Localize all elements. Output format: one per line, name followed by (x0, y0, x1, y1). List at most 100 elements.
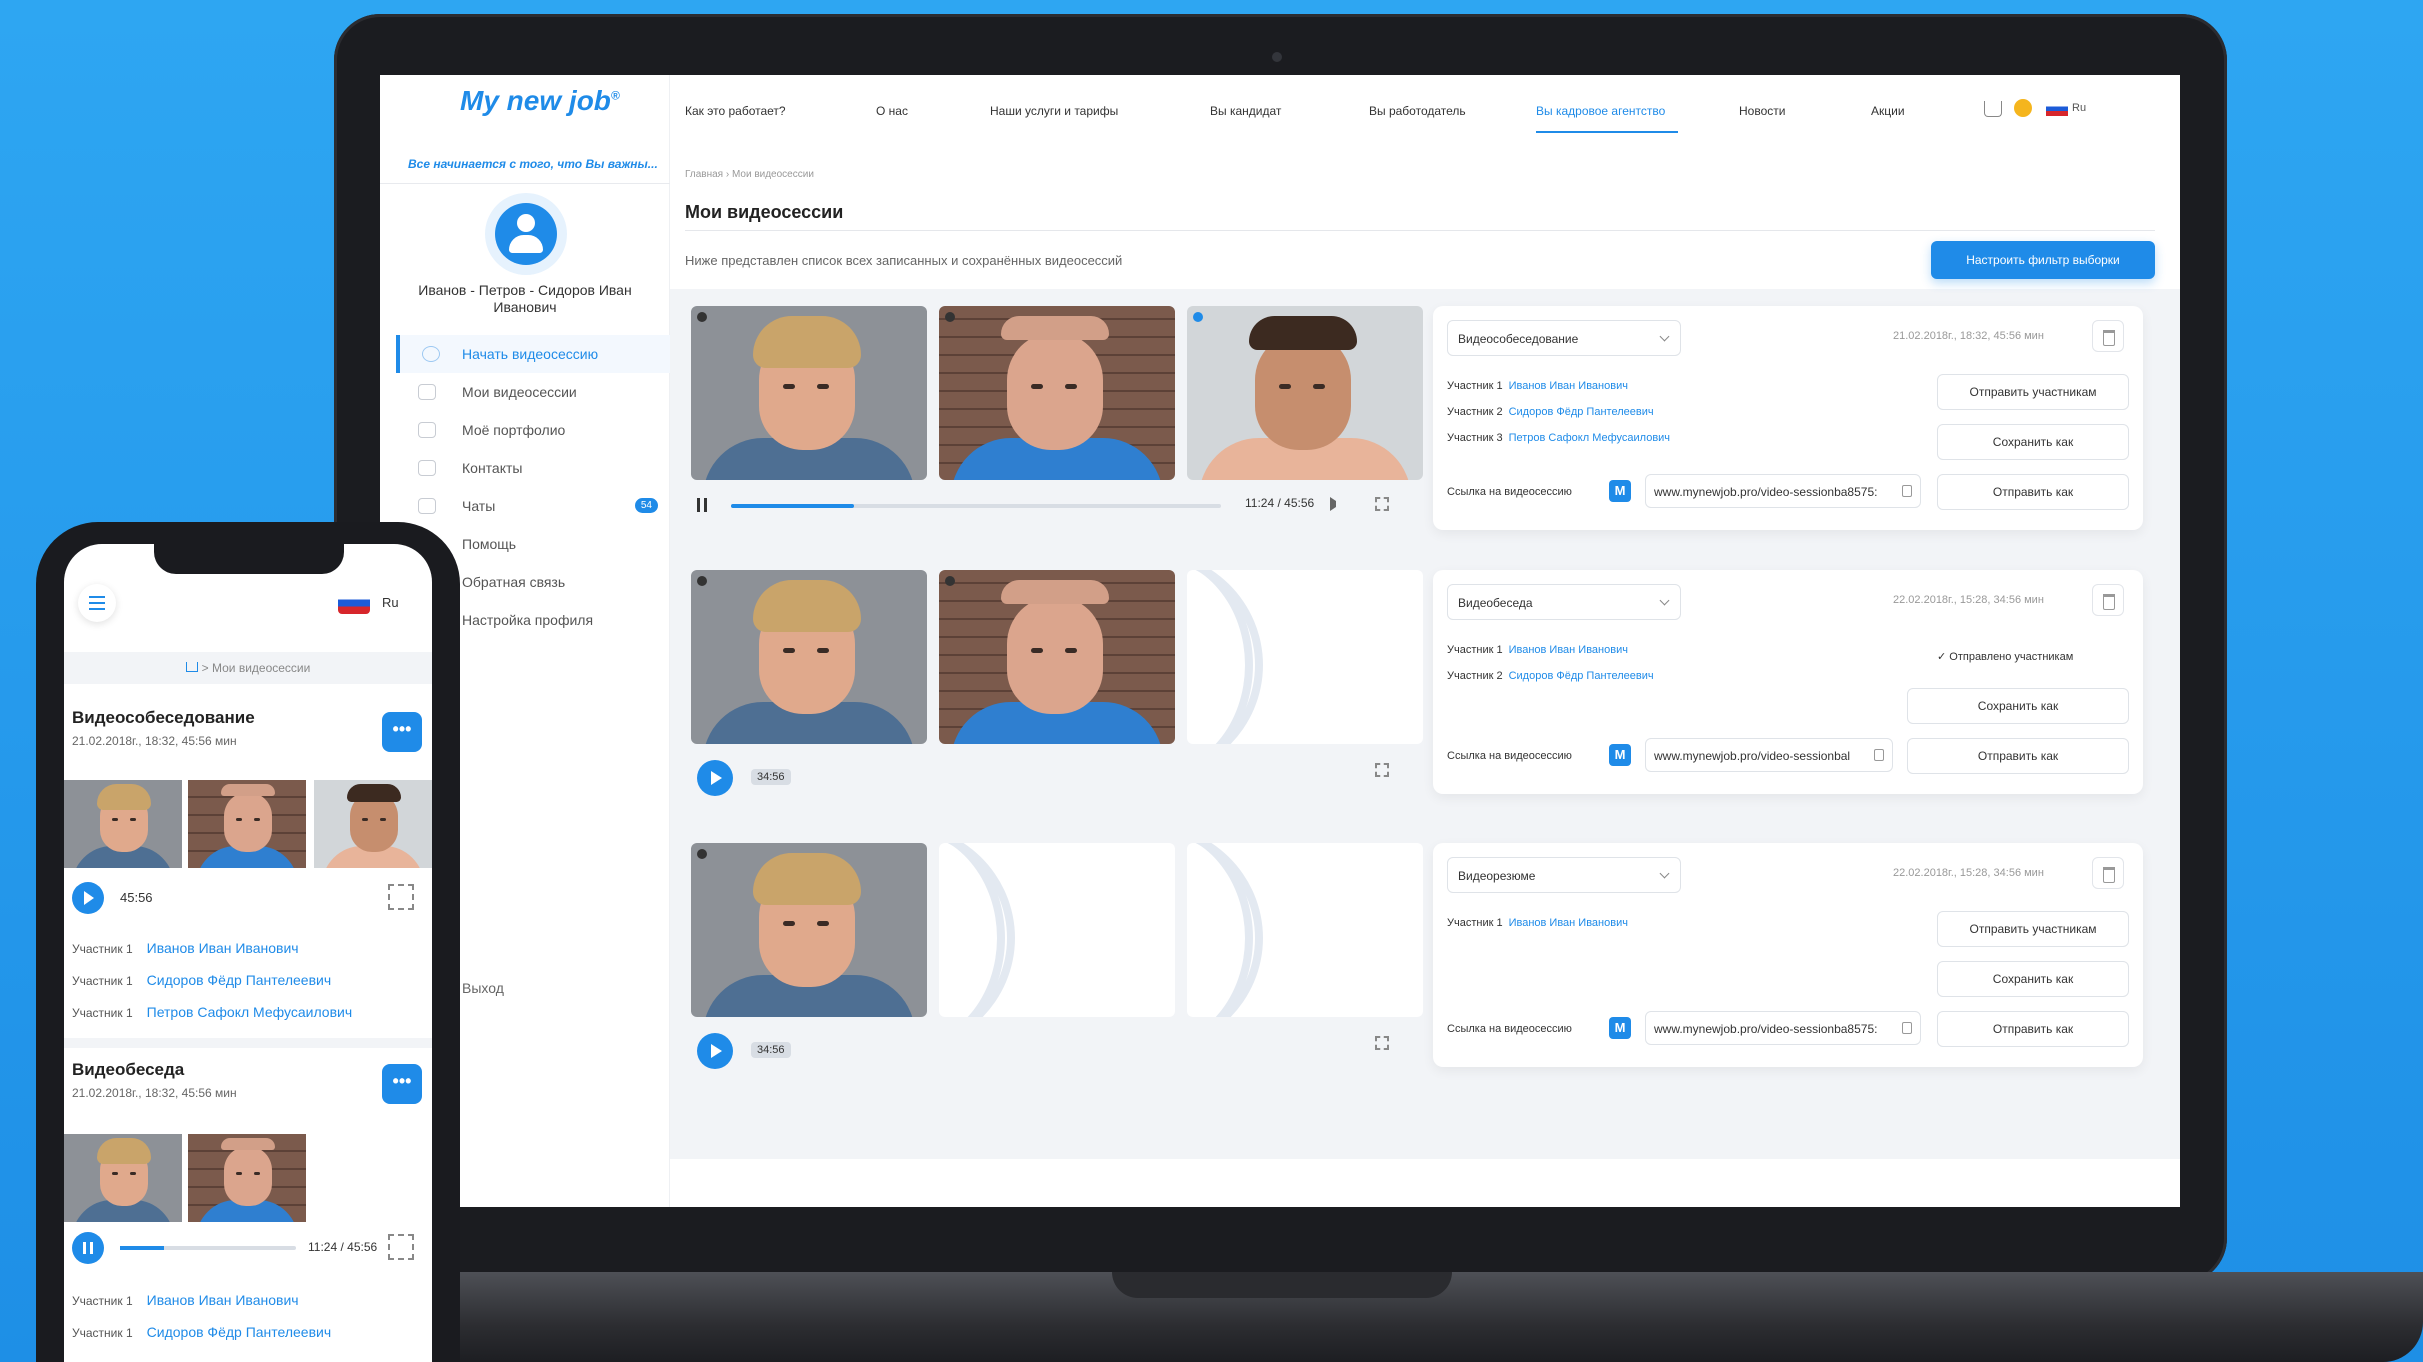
send-participants-button[interactable]: Отправить участникам (1937, 911, 2129, 947)
session-title: Видеособеседование (72, 708, 255, 727)
participant-link[interactable]: Сидоров Фёдр Пантелеевич (1509, 670, 1654, 682)
nav-agency[interactable]: Вы кадровое агентство (1536, 104, 1665, 118)
participant-link[interactable]: Сидоров Фёдр Пантелеевич (1509, 406, 1654, 418)
nav-employer[interactable]: Вы работодатель (1369, 104, 1466, 118)
fullscreen-icon[interactable] (388, 884, 414, 910)
trash-icon[interactable] (2092, 857, 2124, 889)
progress-bar[interactable] (731, 504, 1221, 508)
participant: Участник 1 Иванов Иван Иванович (1447, 380, 1628, 392)
fullscreen-icon[interactable] (1375, 497, 1389, 511)
more-options-button[interactable]: ••• (382, 1064, 422, 1104)
video-thumbnail[interactable] (1187, 306, 1423, 480)
progress-bar[interactable] (120, 1246, 296, 1250)
session-link-field[interactable]: www.mynewjob.pro/video-sessionbal (1645, 738, 1893, 772)
play-circle-icon (418, 384, 436, 400)
sidebar-item-portfolio[interactable]: Моё портфолио (396, 411, 670, 449)
russia-flag-icon[interactable] (338, 592, 370, 614)
participant-link[interactable]: Иванов Иван Иванович (1509, 380, 1628, 392)
send-as-button[interactable]: Отправить как (1937, 474, 2129, 510)
nav-news[interactable]: Новости (1739, 104, 1785, 118)
participant-link[interactable]: Иванов Иван Иванович (1509, 644, 1628, 656)
play-button[interactable] (697, 760, 733, 796)
video-thumbnail[interactable] (64, 1134, 182, 1222)
participant-link[interactable]: Петров Сафокл Мефусаилович (147, 1004, 352, 1020)
save-as-button[interactable]: Сохранить как (1907, 688, 2129, 724)
trash-icon[interactable] (2092, 320, 2124, 352)
laptop-screen: My new job® Все начинается с того, что В… (380, 75, 2180, 1207)
nav-about[interactable]: О нас (876, 104, 908, 118)
participant-link[interactable]: Сидоров Фёдр Пантелеевич (147, 972, 332, 988)
cart-icon[interactable] (1984, 101, 2002, 117)
participant: Участник 1 Сидоров Фёдр Пантелеевич (72, 1324, 332, 1340)
link-label: Ссылка на видеосессию (1447, 1023, 1572, 1035)
video-thumbnail[interactable] (691, 306, 927, 480)
session-link-field[interactable]: www.mynewjob.pro/video-sessionba8575: (1645, 474, 1921, 508)
nav-promotions[interactable]: Акции (1871, 104, 1905, 118)
video-thumbnail[interactable] (939, 306, 1175, 480)
progress-fill (731, 504, 854, 508)
video-thumbnail[interactable] (188, 1134, 306, 1222)
copy-icon[interactable] (1874, 749, 1884, 761)
session-date: 21.02.2018г., 18:32, 45:56 мин (1893, 330, 2044, 342)
coin-icon[interactable] (2014, 99, 2032, 117)
play-button[interactable] (697, 1033, 733, 1069)
logout-link[interactable]: Выход (462, 980, 504, 996)
session-type-select[interactable]: Видеорезюме (1447, 857, 1681, 893)
video-thumbnail[interactable] (691, 843, 927, 1017)
session-type-select[interactable]: Видеобеседа (1447, 584, 1681, 620)
contacts-icon (418, 460, 436, 476)
participant-link[interactable]: Иванов Иван Иванович (147, 1292, 299, 1308)
participant: Участник 1 Иванов Иван Иванович (72, 940, 299, 956)
nav-candidate[interactable]: Вы кандидат (1210, 104, 1281, 118)
sidebar-item-contacts[interactable]: Контакты (396, 449, 670, 487)
video-thumbnail[interactable] (188, 780, 306, 868)
home-icon[interactable] (185, 662, 198, 672)
participant-link[interactable]: Иванов Иван Иванович (1509, 917, 1628, 929)
chat-icon (418, 498, 436, 514)
nav-services[interactable]: Наши услуги и тарифы (990, 104, 1118, 118)
video-thumbnail[interactable] (691, 570, 927, 744)
fullscreen-icon[interactable] (1375, 1036, 1389, 1050)
mynewjob-logo-icon: M (1609, 1017, 1631, 1039)
breadcrumb[interactable]: Главная › Мои видеосессии (685, 169, 814, 180)
player-time: 11:24 / 45:56 (1245, 496, 1315, 510)
copy-icon[interactable] (1902, 485, 1912, 497)
session-type-select[interactable]: Видеособеседование (1447, 320, 1681, 356)
trash-icon[interactable] (2092, 584, 2124, 616)
pause-icon[interactable] (697, 498, 707, 512)
send-as-button[interactable]: Отправить как (1937, 1011, 2129, 1047)
fullscreen-icon[interactable] (1375, 763, 1389, 777)
participant-link[interactable]: Иванов Иван Иванович (147, 940, 299, 956)
sidebar-item-start-session[interactable]: Начать видеосессию (396, 335, 670, 373)
russia-flag-icon[interactable] (2046, 102, 2068, 116)
save-as-button[interactable]: Сохранить как (1937, 961, 2129, 997)
send-as-button[interactable]: Отправить как (1907, 738, 2129, 774)
save-as-button[interactable]: Сохранить как (1937, 424, 2129, 460)
breadcrumb[interactable]: > Мои видеосессии (64, 652, 432, 684)
fullscreen-icon[interactable] (388, 1234, 414, 1260)
avatar[interactable] (485, 193, 567, 275)
video-thumbnail[interactable] (939, 570, 1175, 744)
sidebar-item-chats[interactable]: Чаты 54 (396, 487, 670, 525)
send-participants-button[interactable]: Отправить участникам (1937, 374, 2129, 410)
play-button[interactable] (72, 882, 104, 914)
video-duration: 34:56 (751, 1042, 791, 1058)
participant-link[interactable]: Сидоров Фёдр Пантелеевич (147, 1324, 332, 1340)
logo[interactable]: My new job® (460, 85, 620, 117)
filter-button[interactable]: Настроить фильтр выборки (1931, 241, 2155, 279)
participant: Участник 1 Сидоров Фёдр Пантелеевич (72, 972, 332, 988)
hamburger-menu-icon[interactable] (78, 584, 116, 622)
session-link-field[interactable]: www.mynewjob.pro/video-sessionba8575: (1645, 1011, 1921, 1045)
copy-icon[interactable] (1902, 1022, 1912, 1034)
pause-button[interactable] (72, 1232, 104, 1264)
language-select[interactable]: Ru (382, 595, 399, 610)
slogan: Все начинается с того, что Вы важны... (408, 157, 658, 171)
sidebar-item-my-sessions[interactable]: Мои видеосессии (396, 373, 670, 411)
video-thumbnail[interactable] (64, 780, 182, 868)
volume-icon[interactable] (1330, 497, 1344, 511)
nav-how-it-works[interactable]: Как это работает? (685, 104, 786, 118)
video-thumbnail[interactable] (314, 780, 432, 868)
more-options-button[interactable]: ••• (382, 712, 422, 752)
language-select[interactable]: Ru (2072, 102, 2086, 114)
participant-link[interactable]: Петров Сафокл Мефусаилович (1509, 432, 1670, 444)
